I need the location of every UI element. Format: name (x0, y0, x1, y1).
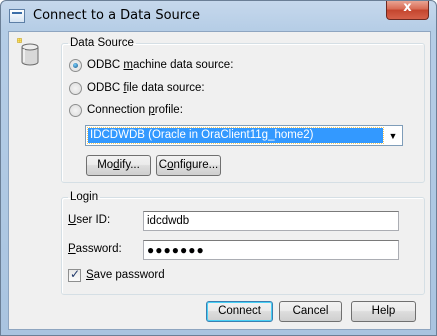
help-button[interactable]: Help (351, 301, 416, 322)
close-icon: x (403, 0, 412, 15)
chevron-down-icon[interactable]: ▼ (385, 127, 401, 144)
save-password-checkbox[interactable]: Save password (68, 267, 165, 283)
radio-button-icon[interactable] (69, 81, 82, 95)
radio-odbc-machine-label: ODBC machine data source: (87, 59, 234, 71)
title-bar[interactable]: Connect to a Data Source x (1, 1, 436, 31)
dialog-body: Data Source ODBC machine data source: OD… (8, 31, 431, 330)
radio-odbc-machine[interactable]: ODBC machine data source: (69, 57, 233, 73)
checkbox-checked-icon[interactable] (68, 267, 81, 282)
close-button[interactable]: x (386, 1, 429, 20)
radio-odbc-file[interactable]: ODBC file data source: (69, 80, 205, 96)
database-icon (17, 38, 39, 66)
profile-select-value: IDCDWDB (Oracle in OraClient11g_home2) (87, 127, 384, 144)
save-password-label: Save password (86, 269, 165, 281)
window-icon (9, 9, 25, 23)
radio-button-icon[interactable] (69, 103, 82, 117)
login-legend: Login (70, 191, 99, 203)
dialog-window: Connect to a Data Source x Data Source O… (0, 0, 437, 336)
radio-button-checked-icon[interactable] (69, 58, 82, 72)
modify-button[interactable]: Modify... (86, 155, 151, 176)
cancel-button[interactable]: Cancel (279, 301, 342, 322)
configure-button[interactable]: Configure... (156, 155, 221, 176)
window-title: Connect to a Data Source (33, 8, 200, 23)
user-id-input[interactable]: idcdwdb (143, 211, 399, 231)
profile-select[interactable]: IDCDWDB (Oracle in OraClient11g_home2) ▼ (85, 125, 403, 146)
user-id-label: User ID: (68, 214, 111, 226)
data-source-legend: Data Source (70, 37, 134, 49)
radio-connection-profile[interactable]: Connection profile: (69, 102, 183, 118)
password-input[interactable]: ●●●●●●● (143, 240, 399, 260)
radio-odbc-file-label: ODBC file data source: (87, 82, 205, 94)
radio-connection-profile-label: Connection profile: (87, 104, 183, 116)
connect-button[interactable]: Connect (206, 301, 273, 322)
password-label: Password: (68, 243, 122, 255)
